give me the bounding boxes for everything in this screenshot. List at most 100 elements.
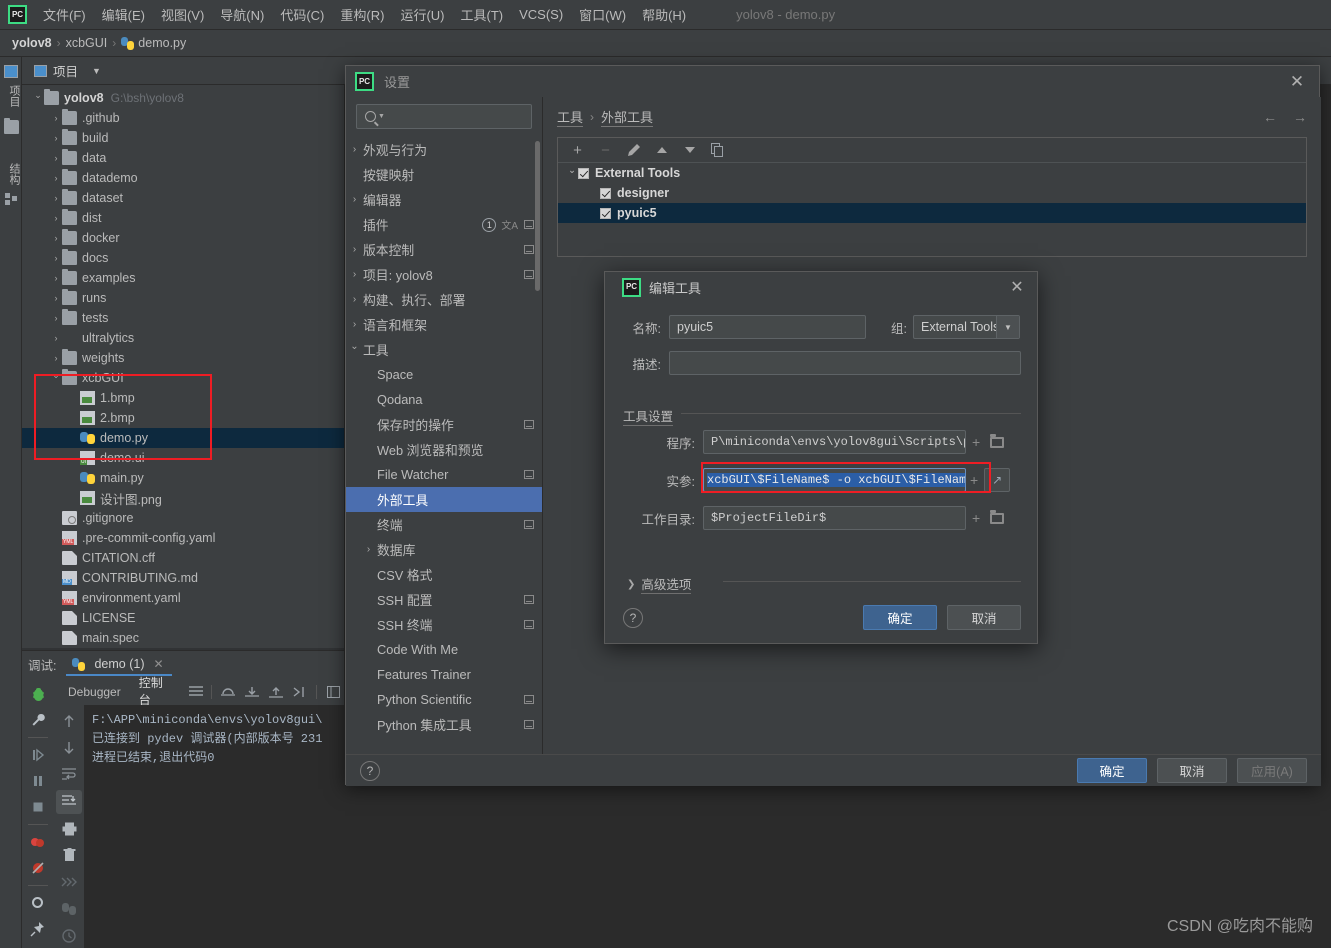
menu-window[interactable]: 窗口(W) <box>571 1 634 28</box>
list-icon[interactable] <box>185 682 207 702</box>
tree-row-.github[interactable]: .github <box>22 108 344 128</box>
expand-arrow-icon[interactable] <box>346 319 363 330</box>
tree-row-runs[interactable]: runs <box>22 288 344 308</box>
settings-tree-item-2[interactable]: 编辑器 <box>346 187 542 212</box>
tree-row-environment.yaml[interactable]: environment.yaml <box>22 588 344 608</box>
close-icon[interactable]: ✕ <box>1287 72 1307 92</box>
resume-icon[interactable] <box>25 743 51 767</box>
pin-icon[interactable] <box>25 917 51 941</box>
settings-scrollbar[interactable] <box>535 141 540 291</box>
stop-icon[interactable] <box>25 795 51 819</box>
settings-tree-item-18[interactable]: SSH 配置 <box>346 587 542 612</box>
expand-arrow-icon[interactable] <box>50 273 62 283</box>
help-button[interactable]: ? <box>623 607 643 628</box>
external-tool-row-designer[interactable]: designer <box>558 183 1306 203</box>
breadcrumb-item-project[interactable]: yolov8 <box>12 36 52 50</box>
back-arrow-icon[interactable]: ← <box>1263 109 1277 125</box>
mute-breakpoints-icon[interactable] <box>25 856 51 880</box>
tree-row-xcbgui[interactable]: xcbGUI <box>22 368 344 388</box>
settings-tree-item-11[interactable]: 保存时的操作 <box>346 412 542 437</box>
menu-edit[interactable]: 编辑(E) <box>94 1 153 28</box>
tree-row-data[interactable]: data <box>22 148 344 168</box>
settings-tree-item-0[interactable]: 外观与行为 <box>346 137 542 162</box>
insert-macro-icon[interactable]: + <box>972 434 980 450</box>
settings-tree-item-17[interactable]: CSV 格式 <box>346 562 542 587</box>
tree-row-2.bmp[interactable]: 2.bmp <box>22 408 344 428</box>
insert-macro-icon[interactable]: + <box>972 510 980 526</box>
debug-console-output[interactable]: F:\APP\miniconda\envs\yolov8gui\ 已连接到 py… <box>84 705 344 948</box>
expand-arrow-icon[interactable] <box>50 293 62 303</box>
expand-arrow-icon[interactable] <box>346 144 363 155</box>
add-icon[interactable]: + <box>570 142 585 159</box>
soft-wrap-icon[interactable] <box>56 763 82 787</box>
expand-arrow-icon[interactable] <box>346 344 363 355</box>
tree-row-main.spec[interactable]: main.spec <box>22 628 344 648</box>
chevron-down-icon[interactable]: ▼ <box>378 113 385 120</box>
expand-arrow-icon[interactable] <box>50 153 62 163</box>
menu-view[interactable]: 视图(V) <box>153 1 212 28</box>
expand-editor-button[interactable]: ↗ <box>984 468 1011 492</box>
tree-row-docs[interactable]: docs <box>22 248 344 268</box>
tree-row-examples[interactable]: examples <box>22 268 344 288</box>
close-icon[interactable]: ✕ <box>1007 277 1027 297</box>
settings-tree-item-22[interactable]: Python Scientific <box>346 687 542 712</box>
chevron-down-icon[interactable]: ▼ <box>92 66 101 76</box>
menu-navigate[interactable]: 导航(N) <box>212 1 272 28</box>
menu-vcs[interactable]: VCS(S) <box>511 3 571 26</box>
advanced-options-toggle[interactable]: ❯ 高级选项 <box>627 574 692 594</box>
settings-tree-item-19[interactable]: SSH 终端 <box>346 612 542 637</box>
expand-arrow-icon[interactable] <box>566 168 578 179</box>
expand-arrow-icon[interactable] <box>50 113 62 123</box>
expand-arrow-icon[interactable] <box>50 213 62 223</box>
expand-arrow-icon[interactable] <box>50 193 62 203</box>
bug-icon[interactable] <box>25 682 51 706</box>
edit-icon[interactable] <box>626 143 641 158</box>
tree-row-docker[interactable]: docker <box>22 228 344 248</box>
settings-tree-item-14[interactable]: 外部工具 <box>346 487 542 512</box>
name-input[interactable]: pyuic5 <box>669 315 866 339</box>
wrench-icon[interactable] <box>25 708 51 732</box>
tree-row-1.bmp[interactable]: 1.bmp <box>22 388 344 408</box>
checkbox[interactable] <box>600 207 611 219</box>
tree-row-ultralytics[interactable]: ultralytics <box>22 328 344 348</box>
tree-row-datademo[interactable]: datademo <box>22 168 344 188</box>
expand-arrow-icon[interactable] <box>50 353 62 363</box>
settings-tree-item-13[interactable]: File Watcher <box>346 462 542 487</box>
expand-arrow-icon[interactable] <box>360 544 377 555</box>
menu-tools[interactable]: 工具(T) <box>452 1 511 28</box>
settings-tree-item-21[interactable]: Features Trainer <box>346 662 542 687</box>
menu-file[interactable]: 文件(F) <box>35 1 94 28</box>
tree-row-weights[interactable]: weights <box>22 348 344 368</box>
expand-arrow-icon[interactable] <box>346 294 363 305</box>
external-tool-row-pyuic5[interactable]: pyuic5 <box>558 203 1306 223</box>
chevron-down-icon[interactable]: ▼ <box>996 316 1019 338</box>
left-tab-project[interactable]: 项目 <box>0 81 22 111</box>
expand-arrow-icon[interactable] <box>50 133 62 143</box>
tree-row-contributing.md[interactable]: CONTRIBUTING.md <box>22 568 344 588</box>
expand-arrow-icon[interactable] <box>50 173 62 183</box>
settings-tree-item-5[interactable]: 项目: yolov8 <box>346 262 542 287</box>
settings-tree-item-20[interactable]: Code With Me <box>346 637 542 662</box>
checkbox[interactable] <box>600 187 611 199</box>
step-over-icon[interactable] <box>217 682 239 702</box>
left-tab-structure[interactable]: 结构 <box>0 159 22 189</box>
move-down-icon[interactable] <box>682 143 697 158</box>
settings-ok-button[interactable]: 确定 <box>1077 758 1147 783</box>
settings-tree-item-23[interactable]: Python 集成工具 <box>346 712 542 737</box>
tree-row-license[interactable]: LICENSE <box>22 608 344 628</box>
expand-arrow-icon[interactable] <box>346 244 363 255</box>
tree-row-main.py[interactable]: main.py <box>22 468 344 488</box>
structure-icon[interactable] <box>0 189 22 209</box>
python-console-icon[interactable] <box>56 897 82 921</box>
expand-arrow-icon[interactable] <box>50 233 62 243</box>
tree-row-tests[interactable]: tests <box>22 308 344 328</box>
print-icon[interactable] <box>56 817 82 841</box>
scroll-to-end-icon[interactable] <box>56 789 82 814</box>
expand-arrow-icon[interactable] <box>50 333 62 343</box>
content-breadcrumb-parent[interactable]: 工具 <box>557 107 584 127</box>
remove-icon[interactable]: − <box>598 142 613 159</box>
run-to-cursor-icon[interactable] <box>289 682 311 702</box>
menu-run[interactable]: 运行(U) <box>392 1 452 28</box>
tree-row-.gitignore[interactable]: .gitignore <box>22 508 344 528</box>
breadcrumb-item-folder[interactable]: xcbGUI <box>66 36 108 50</box>
